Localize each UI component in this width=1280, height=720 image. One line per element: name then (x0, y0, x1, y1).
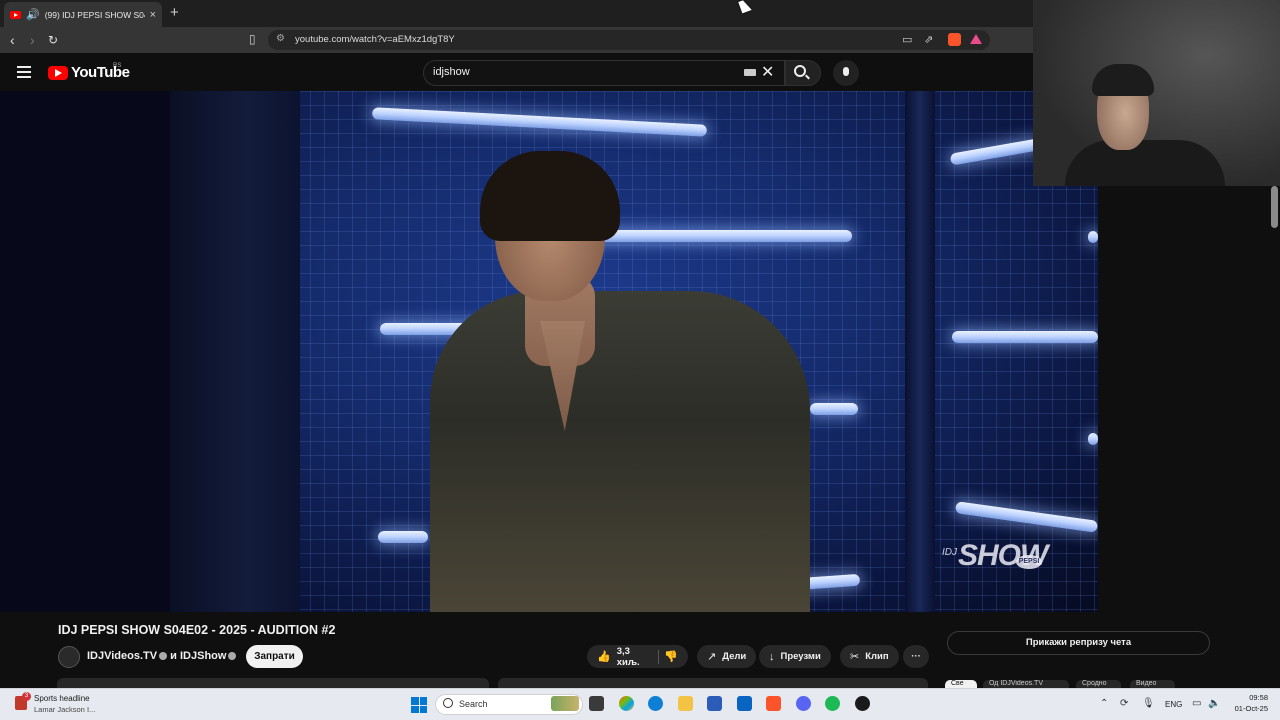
back-icon[interactable]: ‹ (10, 32, 15, 48)
brave-shields-icon[interactable] (948, 33, 961, 46)
taskbar-search-icon (443, 698, 453, 708)
description-box[interactable] (57, 678, 489, 688)
tray-mic-icon[interactable]: 🎙 (1142, 698, 1155, 709)
url-text[interactable]: youtube.com/watch?v=aEMxz1dgT8Y (295, 34, 455, 45)
brave-rewards-icon[interactable] (970, 34, 982, 44)
app-icon[interactable] (855, 696, 870, 711)
tab-close-icon[interactable]: × (150, 9, 156, 21)
collab-channel-name[interactable]: IDJShow (180, 650, 226, 662)
tray-overflow-icon[interactable]: ⌃ (1100, 698, 1108, 709)
thumbs-down-icon[interactable]: 👎 (664, 650, 678, 663)
keyboard-icon[interactable] (744, 69, 756, 76)
news-headline[interactable]: Sports headline (34, 694, 90, 703)
file-explorer-icon[interactable] (678, 696, 693, 711)
show-chat-replay-button[interactable]: Прикажи репризу чета (947, 631, 1210, 655)
voice-search-icon[interactable] (833, 60, 859, 86)
watermark-pepsi: PEPSI (1016, 555, 1042, 569)
more-actions-button[interactable]: ··· (903, 645, 929, 668)
clip-button[interactable]: ✂ Клип (840, 645, 899, 668)
stage-truss-left (170, 91, 300, 612)
verified-icon (159, 652, 168, 661)
stage-truss-right (905, 91, 935, 612)
download-icon: ↓ (769, 650, 775, 663)
like-count[interactable]: 3,3 хиљ. (617, 646, 648, 668)
reload-icon[interactable]: ↻ (48, 33, 58, 47)
spotify-icon[interactable] (825, 696, 840, 711)
light-tube (378, 531, 428, 543)
video-player[interactable]: IDJ SHOW PEPSI (0, 91, 1098, 612)
youtube-logo-icon[interactable] (48, 66, 68, 80)
like-dislike-group: 👍 3,3 хиљ. 👎 (587, 645, 688, 668)
language-indicator[interactable]: ENG (1165, 700, 1182, 709)
light-tube (810, 403, 858, 415)
menu-icon[interactable] (17, 66, 31, 78)
brave-browser-icon[interactable] (766, 696, 781, 711)
channel-names[interactable]: IDJVideos.TV и IDJShow (87, 650, 237, 662)
search-highlight-icon[interactable] (551, 696, 579, 711)
copilot-icon[interactable] (619, 696, 634, 711)
search-icon[interactable] (794, 65, 806, 77)
edge-icon[interactable] (648, 696, 663, 711)
bookmark-icon[interactable]: ▯ (249, 32, 256, 46)
windows-start-icon[interactable] (411, 697, 427, 713)
speaker-icon: 🔊 (26, 9, 40, 21)
news-badge: 3 (22, 692, 31, 701)
share-label: Дели (722, 651, 747, 662)
search-query[interactable]: idjshow (433, 66, 470, 78)
comments-box[interactable] (498, 678, 928, 688)
clock-date[interactable]: 01-Oct-25 (1226, 704, 1268, 713)
share-button[interactable]: ↗ Дели (697, 645, 757, 668)
store-icon[interactable] (707, 696, 722, 711)
light-tube (1088, 231, 1098, 243)
light-tube (1088, 433, 1098, 445)
share-icon[interactable]: ⇗ (924, 33, 933, 46)
clear-search-icon[interactable]: ✕ (761, 62, 774, 82)
thumbs-up-icon[interactable]: 👍 (597, 650, 611, 663)
page-scrollbar[interactable] (1271, 186, 1278, 228)
cast-icon[interactable]: ▭ (902, 33, 912, 46)
secondary-column (1098, 186, 1280, 612)
search-input[interactable] (423, 60, 785, 86)
browser-tab[interactable]: 🔊 (99) IDJ PEPSI SHOW S04E02 × (4, 2, 162, 27)
watermark-idj: IDJ (942, 547, 957, 558)
channel-name[interactable]: IDJVideos.TV (87, 650, 157, 662)
share-arrow-icon: ↗ (707, 651, 717, 663)
taskbar-search-placeholder[interactable]: Search (459, 699, 488, 709)
youtube-favicon-icon (10, 10, 21, 19)
clip-label: Клип (865, 651, 889, 662)
country-code: RS (113, 63, 122, 69)
tray-sync-icon[interactable]: ⟳ (1120, 698, 1128, 709)
task-view-icon[interactable] (589, 696, 604, 711)
outlook-icon[interactable] (737, 696, 752, 711)
channel-avatar[interactable] (58, 646, 80, 668)
tray-display-icon[interactable]: ▭ (1192, 698, 1201, 709)
webcam-person-body (1065, 140, 1225, 186)
divider (657, 649, 659, 664)
download-button[interactable]: ↓ Преузми (759, 645, 831, 668)
channel-joiner: и (170, 650, 177, 662)
clock-time[interactable]: 09:58 (1234, 693, 1268, 702)
performer-shirt (430, 291, 810, 612)
news-subtitle[interactable]: Lamar Jackson I... (34, 705, 95, 714)
site-info-icon[interactable]: ⚙ (276, 33, 285, 44)
performer-hair (480, 151, 620, 241)
new-tab-button[interactable]: + (170, 4, 179, 21)
video-title: IDJ PEPSI SHOW S04E02 - 2025 - AUDITION … (58, 623, 336, 637)
tab-title: (99) IDJ PEPSI SHOW S04E02 (44, 9, 145, 20)
subscribe-button[interactable]: Запрати (246, 645, 303, 668)
webcam-person-hair (1092, 64, 1154, 96)
forward-icon[interactable]: › (30, 32, 35, 48)
tray-volume-icon[interactable]: 🔈 (1208, 698, 1220, 709)
verified-icon (228, 652, 237, 661)
light-tube (952, 331, 1098, 343)
light-tube (590, 230, 852, 242)
discord-icon[interactable] (796, 696, 811, 711)
download-label: Преузми (780, 651, 821, 662)
windows-taskbar (0, 688, 1280, 720)
scissors-icon: ✂ (850, 651, 860, 663)
